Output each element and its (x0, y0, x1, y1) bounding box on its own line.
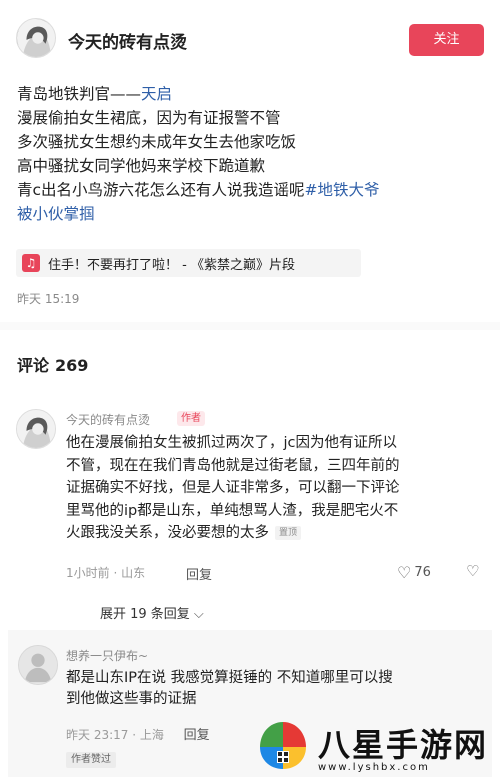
music-title: 住手！不要再打了啦！ - 《紫禁之巅》片段 (48, 257, 295, 273)
post-line-6: 被小伙掌掴 (17, 202, 487, 226)
post-line-5: 青c出名小鸟游六花怎么还有人说我造谣呢#地铁大爷 (17, 178, 487, 202)
reply-text: 都是山东IP在说 我感觉算挺锤的 不知道哪里可以搜 到他做这些事的证据 (66, 668, 486, 710)
comment-meta: 1小时前 · 山东 (66, 566, 146, 580)
hashtag-link-continued[interactable]: 被小伙掌掴 (17, 205, 95, 223)
mention-link[interactable]: 天启 (141, 85, 172, 103)
comment-line: 火跟我没关系，没必要想的太多 (66, 525, 269, 541)
music-tag[interactable]: ♫ 住手！不要再打了啦！ - 《紫禁之巅》片段 (16, 249, 361, 277)
watermark-url: www.lyshbx.com (318, 762, 430, 773)
post-header: 今天的砖有点烫 关注 (0, 0, 500, 80)
post-text: 青岛地铁判官—— (17, 85, 142, 103)
comments-heading: 评论 269 (17, 352, 88, 376)
post-text: 青c出名小鸟游六花怎么还有人说我造谣呢 (17, 181, 305, 199)
author-avatar[interactable] (16, 18, 56, 58)
author-liked-badge: 作者赞过 (66, 752, 116, 768)
post-line-3: 多次骚扰女生想约未成年女生去他家吃饭 (17, 133, 297, 151)
heart-icon: ♡ (397, 563, 412, 582)
pinned-badge: 置顶 (275, 526, 302, 540)
comment-line: 里骂他的ip都是山东，单纯想骂人渣，我是肥宅火不 (66, 502, 399, 519)
chevron-down-icon: ⌵ (193, 607, 204, 622)
expand-replies-label: 展开 19 条回复 (100, 607, 190, 622)
post-line-2: 漫展偷拍女生裙底，因为有证报警不管 (17, 109, 281, 127)
hashtag-link[interactable]: #地铁大爷 (305, 181, 380, 199)
site-watermark: 八星手游网 www.lyshbx.com (256, 718, 500, 777)
section-divider (0, 322, 500, 330)
reply-line: 到他做这些事的证据 (66, 691, 197, 707)
comment-line: 他在漫展偷拍女生被抓过两次了，jc因为他有证所以 (66, 435, 397, 451)
watermark-title: 八星手游网 (318, 726, 489, 764)
author-badge: 作者 (177, 411, 205, 426)
commenter-avatar[interactable] (16, 409, 56, 449)
post-line-4: 高中骚扰女同学他妈来学校下跪道歉 (17, 157, 266, 175)
expand-replies-button[interactable]: 展开 19 条回复 ⌵ (100, 603, 204, 622)
replier-avatar[interactable] (18, 645, 58, 685)
comment-line-last: 火跟我没关系，没必要想的太多 置顶 (66, 522, 486, 545)
post-line-1: 青岛地铁判官——天启 (17, 82, 487, 106)
reply-reply-button[interactable]: 回复 (184, 728, 210, 743)
watermark-logo-icon (260, 722, 306, 769)
dislike-icon[interactable]: ♡ (466, 562, 479, 580)
music-note-icon: ♫ (22, 254, 40, 272)
commenter-name[interactable]: 今天的砖有点烫 (66, 411, 150, 428)
author-name[interactable]: 今天的砖有点烫 (68, 28, 187, 53)
comment-text: 他在漫展偷拍女生被抓过两次了，jc因为他有证所以 不管，现在在我们青岛他就是过街… (66, 432, 486, 545)
like-button[interactable]: ♡ 76 (397, 563, 431, 582)
follow-button[interactable]: 关注 (409, 24, 484, 56)
comment-line: 证据确实不好找，但是人证非常多，可以翻一下评论 (66, 480, 400, 496)
reply-meta: 昨天 23:17 · 上海 回复 (66, 724, 210, 743)
reply-timestamp: 昨天 23:17 · 上海 (66, 728, 164, 742)
comments-count: 269 (55, 356, 89, 375)
comment-line: 不管，现在在我们青岛他就是过街老鼠，三四年前的 (66, 457, 400, 474)
replier-name[interactable]: 想养一只伊布~ (66, 647, 148, 664)
post-content: 青岛地铁判官——天启 漫展偷拍女生裙底，因为有证报警不管 多次骚扰女生想约未成年… (17, 82, 487, 226)
reply-line: 都是山东IP在说 我感觉算挺锤的 不知道哪里可以搜 (66, 670, 393, 686)
like-count: 76 (414, 565, 431, 580)
comments-label: 评论 (17, 356, 50, 375)
reply-button[interactable]: 回复 (186, 564, 212, 583)
post-timestamp: 昨天 15:19 (17, 292, 80, 306)
